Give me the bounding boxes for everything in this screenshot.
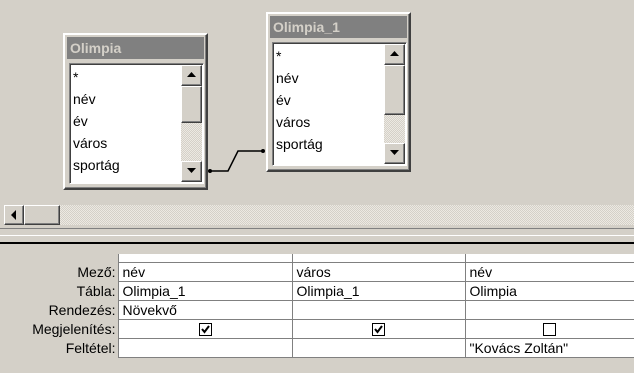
field-cell[interactable]: név	[464, 262, 634, 282]
column-selector-row	[0, 254, 634, 263]
show-checkbox[interactable]	[543, 323, 557, 337]
sort-row: Rendezés: Növekvő	[0, 300, 634, 320]
arrow-up-icon	[187, 72, 196, 77]
join-endpoint-right	[261, 149, 265, 153]
column-selector[interactable]	[291, 254, 465, 263]
arrow-left-icon	[11, 210, 16, 220]
criteria-cell[interactable]: "Kovács Zoltán"	[464, 338, 634, 358]
field-row: Mező: név város név	[0, 262, 634, 282]
table-cell[interactable]: Olimpia_1	[117, 281, 292, 301]
arrow-up-icon	[390, 51, 399, 56]
field-item[interactable]: *	[276, 45, 323, 67]
scroll-up-button[interactable]	[384, 44, 405, 65]
field-list[interactable]: * név év város sportág	[272, 42, 407, 166]
row-label-show: Megjelenítés:	[0, 319, 118, 338]
pane-splitter[interactable]	[0, 228, 634, 244]
field-item[interactable]: név	[73, 88, 120, 110]
field-cell[interactable]: név	[117, 262, 292, 282]
scroll-thumb[interactable]	[384, 65, 405, 115]
scroll-thumb[interactable]	[24, 205, 60, 225]
table-cell[interactable]: Olimpia_1	[291, 281, 465, 301]
table-title[interactable]: Olimpia	[67, 37, 204, 59]
criteria-row: Feltétel: "Kovács Zoltán"	[0, 338, 634, 358]
join-connector[interactable]	[210, 150, 262, 172]
field-list[interactable]: * név év város sportág	[69, 63, 204, 184]
row-label-table: Tábla:	[0, 281, 118, 300]
show-row: Megjelenítés:	[0, 319, 634, 339]
show-cell	[464, 319, 634, 339]
show-checkbox[interactable]	[372, 323, 385, 337]
scroll-left-button[interactable]	[4, 205, 24, 225]
row-label-sort: Rendezés:	[0, 300, 118, 319]
criteria-cell[interactable]	[117, 338, 292, 358]
row-label-criteria: Feltétel:	[0, 338, 118, 357]
table-window-olimpia[interactable]: Olimpia * név év város sportág	[63, 33, 208, 190]
sort-cell[interactable]	[464, 300, 634, 320]
show-cell	[117, 319, 292, 339]
field-cell[interactable]: város	[291, 262, 465, 282]
field-item[interactable]: név	[276, 67, 323, 89]
scroll-down-button[interactable]	[384, 143, 405, 164]
field-item[interactable]: *	[73, 66, 120, 88]
criteria-cell[interactable]	[291, 338, 465, 358]
field-item[interactable]: év	[276, 89, 323, 111]
sort-cell[interactable]: Növekvő	[117, 300, 292, 320]
column-selector[interactable]	[117, 254, 292, 263]
arrow-down-icon	[187, 168, 196, 173]
table-title[interactable]: Olimpia_1	[270, 16, 407, 38]
field-item[interactable]: sportág	[73, 154, 120, 176]
sort-cell[interactable]	[291, 300, 465, 320]
show-cell	[291, 319, 465, 339]
field-item[interactable]: város	[73, 132, 120, 154]
row-label-field: Mező:	[0, 262, 118, 281]
table-row: Tábla: Olimpia_1 Olimpia_1 Olimpia	[0, 281, 634, 301]
field-item[interactable]: év	[73, 110, 120, 132]
table-cell[interactable]: Olimpia	[464, 281, 634, 301]
scroll-down-button[interactable]	[181, 161, 202, 182]
show-checkbox[interactable]	[198, 323, 212, 337]
row-label	[0, 254, 118, 262]
table-window-olimpia-1[interactable]: Olimpia_1 * név év város sportág	[266, 12, 411, 172]
diagram-horizontal-scrollbar[interactable]	[4, 205, 634, 225]
field-list-scrollbar[interactable]	[181, 65, 202, 182]
query-design-grid: Mező: név város név Tábla: Olimpia_1 Oli…	[0, 254, 634, 358]
scroll-thumb[interactable]	[181, 86, 202, 123]
checkmark-icon	[200, 325, 210, 334]
field-item[interactable]: város	[276, 111, 323, 133]
arrow-down-icon	[390, 150, 399, 155]
checkmark-icon	[374, 325, 383, 334]
column-selector[interactable]	[464, 254, 634, 263]
scroll-up-button[interactable]	[181, 65, 202, 86]
field-item[interactable]: sportág	[276, 133, 323, 155]
join-endpoint-left	[208, 169, 212, 173]
field-list-scrollbar[interactable]	[384, 44, 405, 164]
